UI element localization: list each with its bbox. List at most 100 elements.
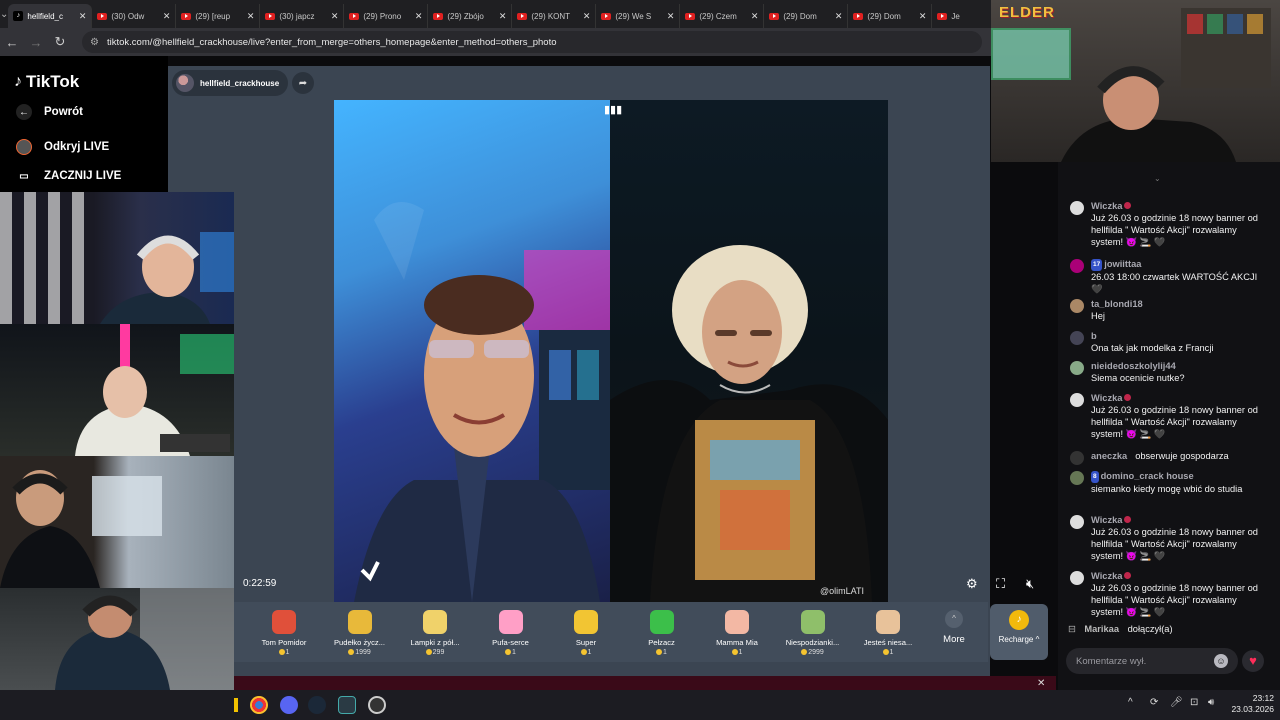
gift-price: 1999 — [320, 649, 400, 656]
tab-close-icon[interactable]: ✕ — [79, 11, 87, 22]
gift-item[interactable]: Pełzacz 1 — [622, 610, 702, 656]
share-icon[interactable]: ➦ — [292, 72, 314, 94]
tab-label: (30) Odw — [111, 11, 145, 21]
chat-username[interactable]: b — [1091, 330, 1270, 342]
heart-like-icon[interactable]: ♥ — [1242, 650, 1264, 672]
gift-item[interactable]: Super 1 — [546, 610, 626, 656]
chat-avatar[interactable] — [1070, 515, 1084, 529]
discord-icon[interactable] — [280, 696, 298, 714]
reload-icon[interactable]: ↻ — [48, 34, 72, 50]
chat-username[interactable]: Wiczka — [1091, 570, 1270, 582]
fullscreen-icon[interactable]: ⛶ — [996, 576, 1005, 592]
tab-close-icon[interactable]: ✕ — [835, 11, 843, 22]
chat-avatar[interactable] — [1070, 393, 1084, 407]
chat-avatar[interactable] — [1070, 259, 1084, 273]
gift-name: Niespodzianki... — [785, 638, 840, 647]
chat-avatar[interactable] — [1070, 451, 1084, 465]
chat-username[interactable]: nieidedoszkolylij44 — [1091, 360, 1270, 372]
browser-tab[interactable]: (29) Zbójo ✕ — [428, 4, 513, 28]
start-live-link[interactable]: ▭ ZACZNIJ LIVE — [16, 168, 121, 184]
tab-close-icon[interactable]: ✕ — [499, 11, 507, 22]
browser-tab[interactable]: ♪ hellfield_c ✕ — [8, 4, 93, 28]
gift-name: Mamma Mia — [716, 638, 758, 647]
chat-username[interactable]: Wiczka — [1091, 200, 1270, 212]
browser-tab[interactable]: (29) Dom ✕ — [848, 4, 933, 28]
chat-username[interactable]: 17 jowiittaa — [1091, 258, 1270, 271]
live-video[interactable]: @olimLATI ▮▮▮ — [334, 100, 888, 602]
browser-tab[interactable]: (29) We S ✕ — [596, 4, 681, 28]
taskbar-clock[interactable]: 23:12 23.03.2026 — [1226, 693, 1274, 715]
chat-avatar[interactable] — [1070, 201, 1084, 215]
tiktok-note-icon: ♪ — [14, 73, 22, 90]
gift-item[interactable]: Jesteś niesa... 1 — [848, 610, 928, 656]
guest-figure-illustration: @olimLATI — [610, 245, 888, 602]
tab-search-icon[interactable]: ⌄ — [0, 0, 8, 28]
app-window-icon[interactable] — [338, 696, 356, 714]
back-link[interactable]: ← Powrót — [16, 104, 83, 120]
chat-username[interactable]: aneczka — [1091, 451, 1127, 461]
tab-close-icon[interactable]: ✕ — [667, 11, 675, 22]
gift-item[interactable]: Pufa-serce 1 — [471, 610, 551, 656]
recharge-button[interactable]: ♪ Recharge ^ — [990, 604, 1048, 660]
gift-item[interactable]: Tom Pomidor 1 — [244, 610, 324, 656]
chat-avatar[interactable] — [1070, 331, 1084, 345]
chat-username[interactable]: Wiczka — [1091, 392, 1270, 404]
chat-username[interactable]: Wiczka — [1091, 514, 1270, 526]
microphone-icon[interactable]: 🎤︎ — [1170, 697, 1183, 708]
tab-close-icon[interactable]: ✕ — [583, 11, 591, 22]
emoji-icon[interactable]: ☺ — [1214, 654, 1228, 668]
settings-gear-icon[interactable]: ⚙ — [966, 576, 978, 592]
browser-tab[interactable]: (29) KONT ✕ — [512, 4, 597, 28]
volume-icon[interactable]: 🔊︎ — [1208, 697, 1214, 708]
gift-item[interactable]: Lampki z pół... 299 — [395, 610, 475, 656]
chat-username-text: Wiczka — [1091, 201, 1123, 211]
close-banner-icon[interactable]: ✕ — [1037, 678, 1045, 689]
webcam-1-illustration — [0, 192, 234, 324]
level-badge: 17 — [1091, 259, 1103, 271]
chat-username[interactable]: 8 domino_crack house — [1091, 470, 1270, 483]
more-gifts-button[interactable]: ^ More — [937, 610, 971, 645]
tab-close-icon[interactable]: ✕ — [415, 11, 423, 22]
tray-sync-icon[interactable]: ⟳ — [1150, 697, 1158, 708]
forward-arrow-icon[interactable]: → — [24, 35, 48, 50]
gift-name: Lampki z pół... — [410, 638, 460, 647]
browser-tab[interactable]: (30) japcz ✕ — [260, 4, 345, 28]
chat-username[interactable]: ta_blondi18 — [1091, 298, 1270, 310]
chat-text: Siema ocenicie nutke? — [1091, 373, 1185, 383]
tab-close-icon[interactable]: ✕ — [247, 11, 255, 22]
tab-close-icon[interactable]: ✕ — [331, 11, 339, 22]
site-settings-icon[interactable]: ⚙ — [90, 37, 99, 48]
steam-icon[interactable] — [308, 696, 326, 714]
chat-avatar[interactable] — [1070, 471, 1084, 485]
youtube-favicon-icon — [853, 12, 864, 20]
chat-username-text: jowiittaa — [1104, 259, 1142, 269]
browser-tab[interactable]: (30) Odw ✕ — [92, 4, 177, 28]
chat-avatar[interactable] — [1070, 299, 1084, 313]
back-arrow-icon[interactable]: ← — [0, 35, 24, 50]
browser-tab[interactable]: (29) [reup ✕ — [176, 4, 261, 28]
tab-close-icon[interactable]: ✕ — [919, 11, 927, 22]
tray-chevron-icon[interactable]: ^ — [1128, 697, 1133, 708]
comment-input[interactable]: Komentarze wył. — [1066, 648, 1238, 674]
tiktok-logo[interactable]: ♪ TikTok — [14, 72, 79, 92]
tab-close-icon[interactable]: ✕ — [163, 11, 171, 22]
browser-tab[interactable]: (29) Czem ✕ — [680, 4, 765, 28]
url-field[interactable]: ⚙ tiktok.com/@hellfield_crackhouse/live?… — [82, 31, 982, 53]
discover-live-link[interactable]: Odkryj LIVE — [16, 139, 109, 155]
bottom-banner-strip — [234, 676, 1056, 690]
chat-text: Już 26.03 o godzinie 18 nowy banner od h… — [1091, 405, 1258, 439]
chat-scroll-icon[interactable]: ⌄ — [1154, 174, 1161, 183]
browser-tab[interactable]: (29) Prono ✕ — [344, 4, 429, 28]
tab-close-icon[interactable]: ✕ — [751, 11, 759, 22]
network-icon[interactable]: ⊡ — [1190, 697, 1198, 708]
mute-icon[interactable]: 🔇︎ — [1026, 576, 1034, 592]
gift-item[interactable]: Mamma Mia 1 — [697, 610, 777, 656]
obs-icon[interactable] — [368, 696, 386, 714]
host-pill[interactable]: hellfield_crackhouse — [172, 70, 288, 96]
browser-tab[interactable]: (29) Dom ✕ — [764, 4, 849, 28]
chat-avatar[interactable] — [1070, 571, 1084, 585]
chat-avatar[interactable] — [1070, 361, 1084, 375]
gift-item[interactable]: Niespodzianki... 2999 — [773, 610, 853, 656]
chrome-icon[interactable] — [250, 696, 268, 714]
gift-item[interactable]: Pudełko życz... 1999 — [320, 610, 400, 656]
